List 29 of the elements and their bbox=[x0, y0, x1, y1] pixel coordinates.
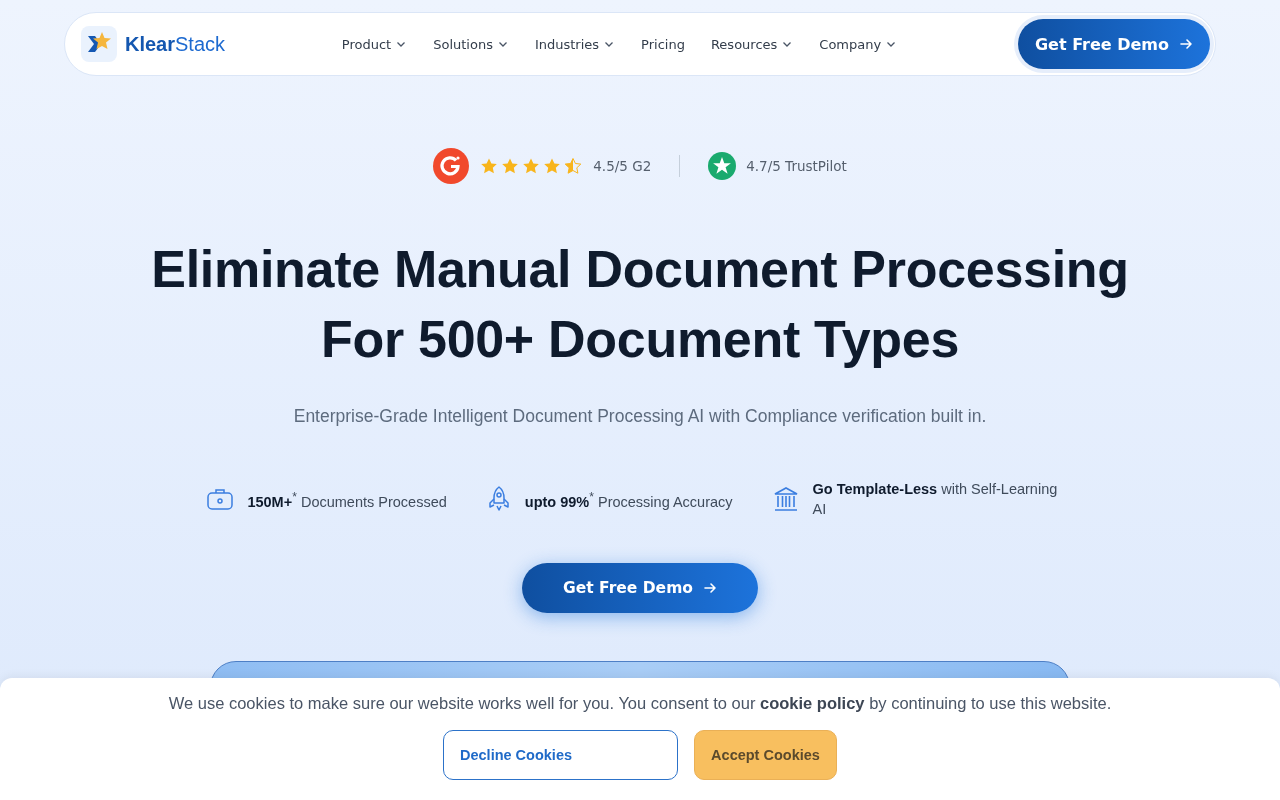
stat-text: 150M+$^{*}$ Documents Processed bbox=[247, 488, 447, 512]
cookie-notice: We use cookies to make sure our website works well for you. You consent to our cookie policy by continuing to use this website. bbox=[168, 694, 1112, 713]
nav-menu-item[interactable]: Resources bbox=[710, 36, 794, 52]
arrow-icon bbox=[702, 581, 717, 595]
logo-icon bbox=[81, 26, 117, 62]
hero-subtitle: Enterprise-Grade Intelligent Document Processing AI with Compliance verification built in. bbox=[293, 406, 987, 427]
nav-menu-item[interactable]: Industries bbox=[534, 36, 616, 52]
rocket-icon bbox=[486, 486, 511, 512]
bank-icon bbox=[772, 486, 799, 512]
get-demo-button[interactable]: Get Free Demo bbox=[522, 563, 758, 613]
nav-menu-item[interactable]: Solutions bbox=[433, 36, 509, 52]
decline-cookies-button[interactable]: Decline Cookies bbox=[443, 730, 678, 780]
hero-headline: Eliminate Manual Document Processing bbox=[151, 239, 1129, 300]
nav-menu-item[interactable]: Company bbox=[819, 36, 898, 52]
rating-text: 4.7/5 TrustPilot bbox=[746, 158, 847, 174]
cookie-policy-link[interactable]: cookie policy bbox=[760, 694, 865, 712]
rating-text: 4.5/5 G2 bbox=[593, 158, 652, 174]
hero-headline: For 500+ Document Types bbox=[320, 309, 960, 370]
logo-text[interactable]: KlearStack bbox=[125, 32, 226, 56]
stat-text: Go Template-Less with Self-Learning AI bbox=[812, 480, 1059, 519]
star-icon bbox=[563, 157, 584, 175]
toolbox-icon bbox=[207, 487, 234, 511]
nav-menu-item[interactable]: Product bbox=[341, 36, 408, 52]
accept-cookies-button[interactable]: Accept Cookies bbox=[694, 730, 837, 780]
star-logo-icon bbox=[708, 152, 737, 180]
stat-text: upto 99%$^{*}$ Processing Accuracy bbox=[524, 488, 733, 512]
nav-menu-item[interactable]: Pricing bbox=[641, 36, 685, 52]
arrow-icon bbox=[1179, 37, 1194, 51]
g2-logo-icon bbox=[433, 148, 470, 184]
